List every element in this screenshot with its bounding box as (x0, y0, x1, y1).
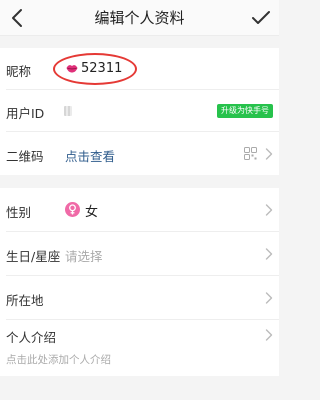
user-id-value-masked (64, 106, 72, 116)
bio-row[interactable]: 个人介绍 点击此处添加个人介绍 (0, 320, 279, 376)
upgrade-kuaishou-id-button[interactable]: 升级为快手号 (217, 104, 273, 118)
female-icon (65, 202, 80, 217)
nav-bar: 编辑个人资料 (0, 0, 279, 36)
gender-row[interactable]: 性别 女 (0, 188, 279, 232)
qr-code-icon (244, 147, 257, 160)
qr-code-label: 二维码 (6, 149, 44, 164)
checkmark-icon (252, 11, 270, 24)
gender-label: 性别 (6, 205, 32, 220)
user-id-row: 用户ID 升级为快手号 (0, 90, 279, 132)
qr-code-view-link[interactable]: 点击查看 (65, 146, 115, 165)
gender-value: 女 (85, 205, 99, 220)
location-row[interactable]: 所在地 (0, 276, 279, 320)
personal-info-group: 性别 女 生日/星座 请选择 所在地 个人介绍 点击此处添加个人介绍 (0, 188, 279, 376)
birthday-label: 生日/星座 (6, 249, 61, 264)
edit-profile-page: 编辑个人资料 昵称 52311 用户ID 升级为快手号 二维码 点击查看 性别 … (0, 0, 279, 400)
nickname-value: 52311 (81, 61, 123, 76)
chevron-right-icon (265, 292, 273, 304)
location-label: 所在地 (6, 293, 44, 308)
nickname-label: 昵称 (6, 64, 32, 79)
chevron-right-icon (265, 148, 273, 160)
nickname-row[interactable]: 昵称 52311 (0, 48, 279, 90)
chevron-right-icon (265, 329, 273, 341)
lips-icon (66, 65, 78, 73)
chevron-right-icon (265, 204, 273, 216)
save-button[interactable] (247, 4, 275, 32)
bio-label: 个人介绍 (6, 330, 57, 345)
qr-code-row[interactable]: 二维码 点击查看 (0, 132, 279, 175)
page-title: 编辑个人资料 (94, 9, 185, 27)
account-info-group: 昵称 52311 用户ID 升级为快手号 二维码 点击查看 (0, 48, 279, 175)
bio-placeholder[interactable]: 点击此处添加个人介绍 (6, 352, 111, 367)
birthday-placeholder: 请选择 (65, 249, 103, 264)
back-button[interactable] (4, 4, 30, 32)
chevron-right-icon (265, 248, 273, 260)
user-id-label: 用户ID (6, 106, 45, 121)
chevron-left-icon (12, 9, 22, 27)
birthday-row[interactable]: 生日/星座 请选择 (0, 232, 279, 276)
